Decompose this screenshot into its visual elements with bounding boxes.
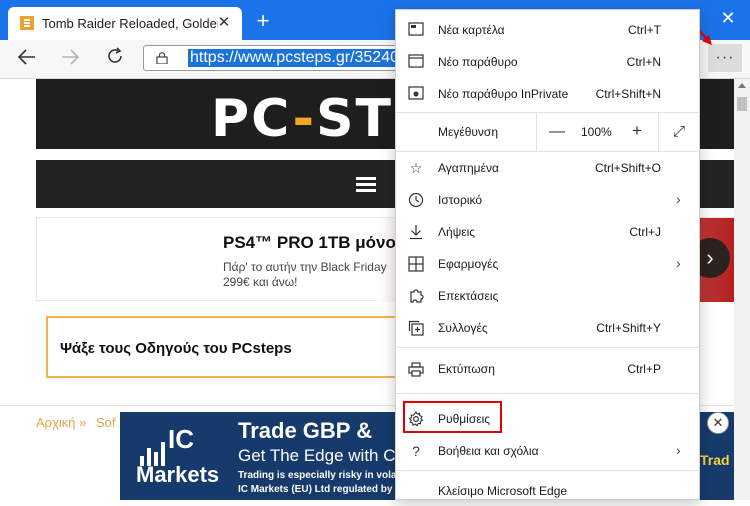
menu-label: Μεγέθυνση xyxy=(438,125,499,139)
menu-separator xyxy=(396,151,699,152)
help-question-icon: ? xyxy=(412,443,420,459)
favorites-star-icon: ☆ xyxy=(409,160,423,176)
menu-separator xyxy=(396,393,699,394)
apps-grid-icon xyxy=(408,256,424,272)
promo-text-2: 299€ και άνω! xyxy=(223,275,298,289)
ad-fineprint-2: IC Markets (EU) Ltd regulated by C xyxy=(238,484,403,495)
ad-side-text: Trad xyxy=(700,452,730,468)
new-tab-button[interactable]: + xyxy=(252,10,274,32)
guides-search-text: Ψάξε τους Οδηγούς του PCsteps xyxy=(60,340,292,357)
ad-fineprint-1: Trading is especially risky in volatil xyxy=(238,470,406,481)
hamburger-menu-icon[interactable] xyxy=(356,177,376,180)
menu-item-new-tab[interactable]: Νέα καρτέλα Ctrl+T xyxy=(396,15,699,45)
download-icon xyxy=(408,224,424,240)
collections-icon xyxy=(408,320,424,336)
menu-shortcut: Ctrl+Shift+Y xyxy=(596,321,661,335)
menu-label: Λήψεις xyxy=(438,225,476,239)
zoom-separator xyxy=(536,113,537,151)
menu-item-collections[interactable]: Συλλογές Ctrl+Shift+Y xyxy=(396,313,699,343)
extensions-puzzle-icon xyxy=(408,288,424,304)
ad-logo-ic: IC xyxy=(168,424,194,454)
browser-tab[interactable]: Tomb Raider Reloaded, Golden J ✕ xyxy=(8,7,242,40)
settings-and-more-menu: Νέα καρτέλα Ctrl+T Νέο παράθυρο Ctrl+N Ν… xyxy=(395,9,700,500)
menu-item-zoom: Μεγέθυνση — 100% + ⤢ xyxy=(396,113,699,151)
tab-favicon-icon xyxy=(20,16,34,30)
forward-arrow-icon[interactable] xyxy=(57,47,83,71)
promo-title: PS4™ PRO 1TB μόνο xyxy=(223,233,396,252)
new-window-icon xyxy=(408,54,424,70)
menu-item-print[interactable]: Εκτύπωση Ctrl+P xyxy=(396,354,699,384)
window-close-button[interactable]: ✕ xyxy=(716,6,740,30)
menu-shortcut: Ctrl+T xyxy=(628,23,661,37)
ad-logo-markets: Markets xyxy=(136,462,220,487)
chevron-right-icon: › xyxy=(676,255,681,271)
tab-close-icon[interactable]: ✕ xyxy=(214,13,234,33)
logo-text-right: ST xyxy=(316,89,393,149)
menu-item-close-edge[interactable]: Κλείσιμο Microsoft Edge xyxy=(396,476,699,506)
site-logo[interactable]: PC-ST xyxy=(211,89,393,149)
lock-icon xyxy=(156,52,168,65)
menu-label: Νέο παράθυρο InPrivate xyxy=(438,87,569,101)
menu-item-extensions[interactable]: Επεκτάσεις xyxy=(396,281,699,311)
scroll-up-icon[interactable] xyxy=(738,83,746,88)
menu-label: Νέα καρτέλα xyxy=(438,23,505,37)
zoom-separator xyxy=(658,113,659,151)
menu-shortcut: Ctrl+Shift+N xyxy=(595,87,661,101)
settings-more-button[interactable]: ··· xyxy=(708,44,742,72)
breadcrumb-next[interactable]: Sof xyxy=(96,415,116,430)
new-tab-icon xyxy=(408,22,424,38)
logo-text-left: PC xyxy=(211,89,293,149)
printer-icon xyxy=(408,361,424,377)
menu-label: Νέο παράθυρο xyxy=(438,55,518,69)
menu-label: Ιστορικό xyxy=(438,193,483,207)
address-url[interactable]: https://www.pcsteps.gr/35240 xyxy=(188,49,401,67)
address-bar[interactable]: https://www.pcsteps.gr/35240 xyxy=(143,45,403,71)
menu-item-history[interactable]: Ιστορικό › xyxy=(396,185,699,215)
zoom-out-button[interactable]: — xyxy=(546,121,568,143)
menu-label: Εφαρμογές xyxy=(438,257,499,271)
back-arrow-icon[interactable] xyxy=(14,47,40,71)
zoom-value: 100% xyxy=(581,125,612,139)
menu-label: Εκτύπωση xyxy=(438,362,495,376)
menu-shortcut: Ctrl+N xyxy=(626,55,661,69)
scroll-thumb[interactable] xyxy=(737,97,747,111)
menu-label: Συλλογές xyxy=(438,321,488,335)
guides-search-box[interactable]: Ψάξε τους Οδηγούς του PCsteps xyxy=(46,316,416,378)
menu-label: Αγαπημένα xyxy=(438,161,499,175)
ad-subline: Get The Edge with C xyxy=(238,446,396,465)
menu-separator xyxy=(396,470,699,471)
menu-label: Επεκτάσεις xyxy=(438,289,499,303)
menu-separator xyxy=(396,347,699,348)
logo-dash: - xyxy=(292,89,317,149)
chevron-right-icon: › xyxy=(676,442,681,458)
history-clock-icon xyxy=(408,192,424,208)
menu-item-downloads[interactable]: Λήψεις Ctrl+J xyxy=(396,217,699,247)
menu-item-new-window[interactable]: Νέο παράθυρο Ctrl+N xyxy=(396,47,699,77)
menu-shortcut: Ctrl+Shift+O xyxy=(594,161,661,175)
ad-headline: Trade GBP & xyxy=(238,418,373,443)
fullscreen-icon[interactable]: ⤢ xyxy=(668,121,690,143)
refresh-icon[interactable] xyxy=(102,47,128,71)
menu-item-help[interactable]: ? Βοήθεια και σχόλια › xyxy=(396,436,699,466)
menu-shortcut: Ctrl+P xyxy=(627,362,661,376)
zoom-in-button[interactable]: + xyxy=(626,120,648,142)
menu-item-new-inprivate[interactable]: Νέο παράθυρο InPrivate Ctrl+Shift+N xyxy=(396,79,699,109)
menu-item-apps[interactable]: Εφαρμογές › xyxy=(396,249,699,279)
menu-item-favorites[interactable]: ☆ Αγαπημένα Ctrl+Shift+O xyxy=(396,153,699,183)
menu-label: Κλείσιμο Microsoft Edge xyxy=(438,484,568,498)
tab-title: Tomb Raider Reloaded, Golden J xyxy=(42,16,218,31)
promo-text-1: Πάρ' το αυτήν την Black Friday xyxy=(223,260,387,274)
breadcrumb-home[interactable]: Αρχική » xyxy=(36,415,86,430)
settings-highlight-box xyxy=(403,401,502,433)
page-scrollbar[interactable] xyxy=(734,79,750,500)
menu-label: Βοήθεια και σχόλια xyxy=(438,444,539,458)
inprivate-window-icon xyxy=(408,86,424,102)
chevron-right-icon: › xyxy=(676,191,681,207)
menu-shortcut: Ctrl+J xyxy=(629,225,661,239)
ad-close-icon[interactable]: ✕ xyxy=(707,412,729,434)
